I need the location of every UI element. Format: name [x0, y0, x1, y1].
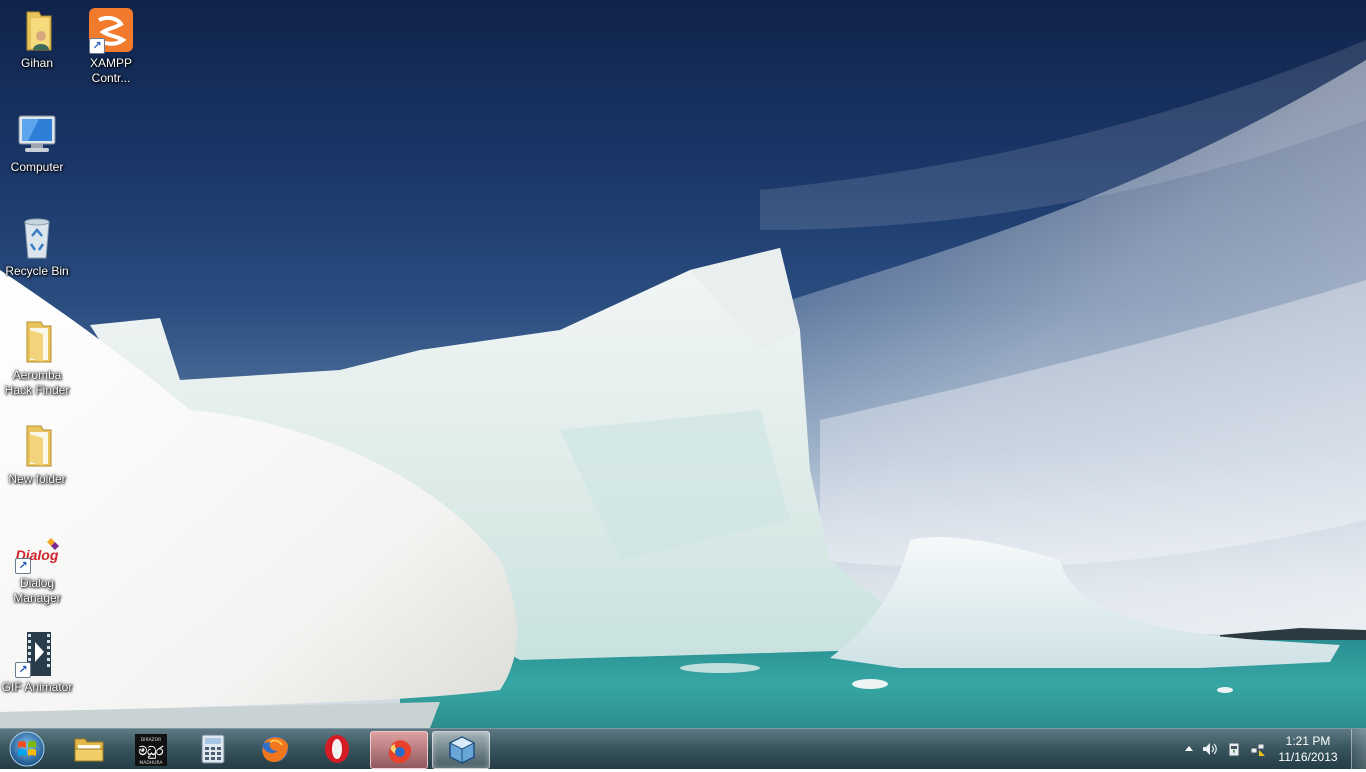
volume-icon[interactable] [1202, 741, 1218, 757]
start-orb-icon [9, 731, 45, 767]
svg-text:මධුර: මධුර [139, 744, 165, 760]
desktop-icon-recycle-bin[interactable]: Recycle Bin [0, 214, 74, 279]
network-icon[interactable] [1250, 741, 1266, 757]
user-folder-icon [13, 6, 61, 54]
desktop-icon-new-folder[interactable]: New folder [0, 422, 74, 487]
desktop-icon-xampp[interactable]: ↗ XAMPP Contr... [74, 6, 148, 86]
film-icon: ↗ [13, 630, 61, 678]
shortcut-arrow-icon: ↗ [89, 38, 105, 54]
power-icon[interactable] [1226, 741, 1242, 757]
desktop[interactable]: Gihan ↗ XAMPP Contr... Computer Recycle … [0, 0, 1366, 728]
firefox-icon [262, 736, 288, 762]
firefox-nightly-icon [388, 740, 412, 764]
wallpaper-image [0, 40, 1366, 728]
desktop-icon-dialog-manager[interactable]: Dialog ↗ Dialog Manager [0, 526, 74, 606]
opera-icon [325, 735, 349, 763]
desktop-icon-label: Recycle Bin [5, 264, 69, 278]
notification-area: 1:21 PM 11/16/2013 [1176, 729, 1366, 769]
taskbar-opera[interactable] [308, 731, 364, 767]
clock-time: 1:21 PM [1285, 734, 1331, 748]
madhura-icon: DIRAZOR මධුර MADHURA [135, 734, 167, 766]
computer-icon [13, 110, 61, 158]
desktop-icon-label: Computer [10, 160, 64, 174]
clock[interactable]: 1:21 PM 11/16/2013 [1272, 733, 1344, 765]
desktop-icon-label: New folder [8, 472, 66, 486]
taskbar: DIRAZOR මධුර MADHURA 1:21 PM 11/16/2013 [0, 728, 1366, 769]
taskbar-calculator[interactable] [184, 731, 240, 767]
folder-icon [13, 318, 61, 366]
desktop-icon-label: Gihan [20, 56, 54, 70]
recycle-bin-icon [13, 214, 61, 262]
taskbar-firefox-nightly[interactable] [370, 731, 428, 769]
dialog-icon: Dialog ↗ [13, 526, 61, 574]
taskbar-virtualbox[interactable] [432, 731, 490, 769]
xampp-icon: ↗ [87, 6, 135, 54]
desktop-icon-label: XAMPP Contr... [89, 56, 132, 85]
desktop-icon-label: GIF Animator [1, 680, 73, 694]
desktop-icon-label: Dialog Manager [13, 576, 61, 605]
svg-text:MADHURA: MADHURA [139, 760, 163, 766]
shortcut-arrow-icon: ↗ [15, 662, 31, 678]
virtualbox-icon [448, 736, 476, 764]
taskbar-firefox[interactable] [246, 731, 302, 767]
clock-date: 11/16/2013 [1278, 750, 1338, 764]
desktop-icon-gihan[interactable]: Gihan [0, 6, 74, 71]
windows-explorer-icon [74, 738, 104, 762]
desktop-icon-computer[interactable]: Computer [0, 110, 74, 175]
show-hidden-icons-icon[interactable] [1181, 741, 1197, 757]
taskbar-madhura[interactable]: DIRAZOR මධුර MADHURA [122, 731, 178, 767]
calculator-icon [201, 734, 225, 764]
svg-text:DIRAZOR: DIRAZOR [141, 737, 162, 743]
desktop-icon-label: Aeromba Hack Finder [4, 368, 70, 397]
show-desktop-button[interactable] [1351, 729, 1366, 769]
shortcut-arrow-icon: ↗ [15, 558, 31, 574]
folder-icon [13, 422, 61, 470]
start-button[interactable] [4, 730, 50, 768]
desktop-icon-gif-animator[interactable]: ↗ GIF Animator [0, 630, 74, 695]
taskbar-windows-explorer[interactable] [60, 731, 116, 767]
desktop-icon-aeromba-hack-finder[interactable]: Aeromba Hack Finder [0, 318, 74, 398]
